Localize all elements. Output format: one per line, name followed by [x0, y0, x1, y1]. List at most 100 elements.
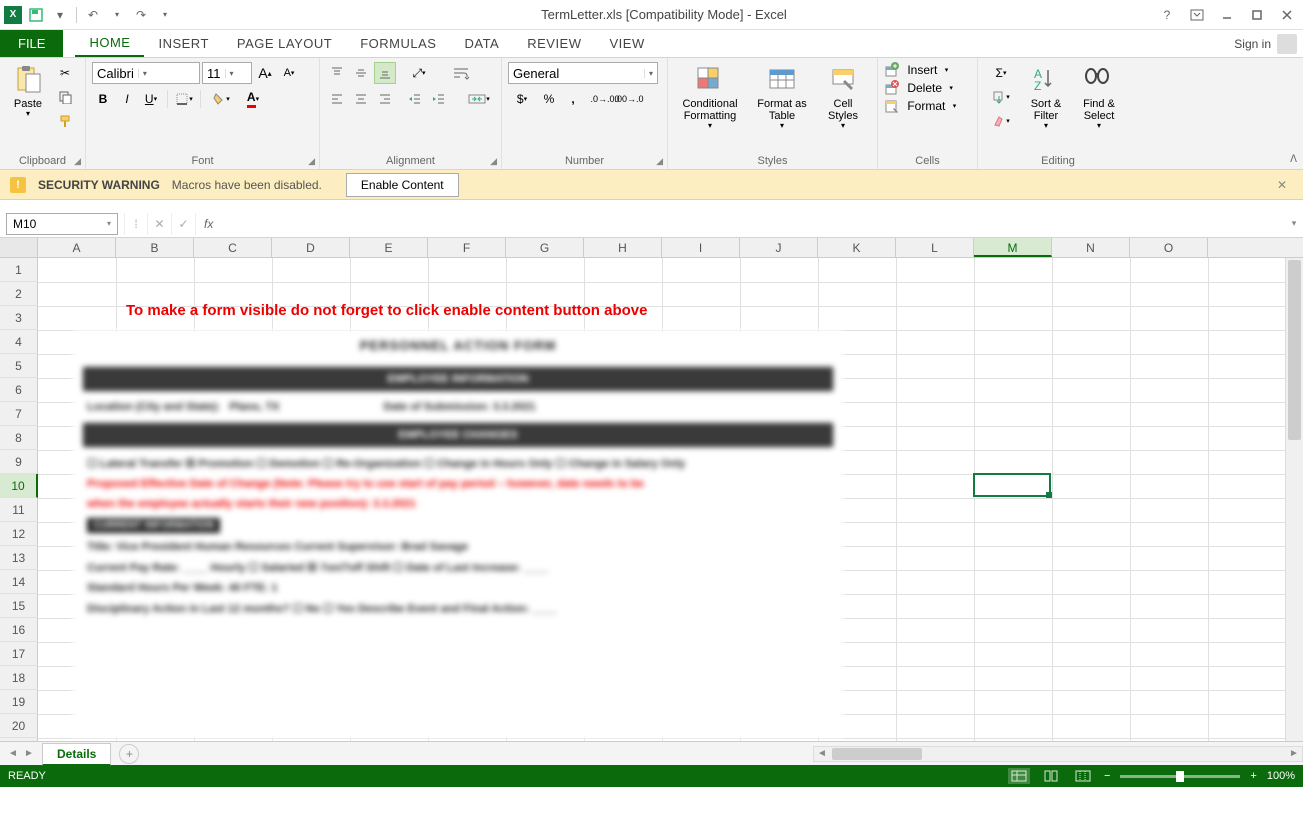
increase-decimal-icon[interactable]: .0→.00: [594, 88, 616, 110]
format-painter-icon[interactable]: [54, 110, 76, 132]
row-header[interactable]: 12: [0, 522, 38, 546]
clipboard-dialog-launcher[interactable]: ◢: [74, 156, 81, 167]
border-button[interactable]: ▾: [173, 88, 195, 110]
column-header[interactable]: C: [194, 238, 272, 257]
qat-dropdown-icon[interactable]: ▾: [50, 5, 70, 25]
tab-home[interactable]: HOME: [75, 30, 144, 57]
fill-color-button[interactable]: ▾: [206, 88, 236, 110]
minimize-icon[interactable]: [1213, 4, 1241, 26]
align-middle-icon[interactable]: [350, 62, 372, 84]
row-header[interactable]: 13: [0, 546, 38, 570]
row-header[interactable]: 15: [0, 594, 38, 618]
column-header[interactable]: B: [116, 238, 194, 257]
clear-icon[interactable]: ▾: [984, 110, 1018, 132]
formula-expand-icon[interactable]: ▾: [1285, 218, 1303, 229]
row-header[interactable]: 3: [0, 306, 38, 330]
column-header[interactable]: F: [428, 238, 506, 257]
decrease-decimal-icon[interactable]: .00→.0: [618, 88, 640, 110]
row-header[interactable]: 8: [0, 426, 38, 450]
merge-center-icon[interactable]: ▾: [464, 88, 494, 110]
find-select-button[interactable]: Find & Select▾: [1074, 62, 1124, 133]
qat-redo-icon[interactable]: ↷: [131, 5, 151, 25]
add-sheet-button[interactable]: +: [119, 744, 139, 764]
row-header[interactable]: 4: [0, 330, 38, 354]
formula-input[interactable]: [221, 213, 1285, 235]
align-left-icon[interactable]: [326, 88, 348, 110]
column-header[interactable]: N: [1052, 238, 1130, 257]
paste-button[interactable]: Paste ▾: [6, 62, 50, 121]
format-cells-button[interactable]: Format ▾: [884, 98, 971, 114]
formula-enter-icon[interactable]: ✓: [172, 213, 196, 235]
file-tab[interactable]: FILE: [0, 30, 63, 57]
font-size-combo[interactable]: 11▾: [202, 62, 252, 84]
column-header[interactable]: D: [272, 238, 350, 257]
grow-font-icon[interactable]: A▴: [254, 62, 276, 84]
fill-icon[interactable]: ▾: [984, 86, 1018, 108]
row-header[interactable]: 7: [0, 402, 38, 426]
row-header[interactable]: 16: [0, 618, 38, 642]
font-color-button[interactable]: A▾: [238, 88, 268, 110]
sheet-nav-next[interactable]: ►: [22, 748, 36, 759]
bold-button[interactable]: B: [92, 88, 114, 110]
column-header[interactable]: H: [584, 238, 662, 257]
orientation-icon[interactable]: ⤢▾: [404, 62, 434, 84]
percent-format-icon[interactable]: %: [538, 88, 560, 110]
row-header[interactable]: 19: [0, 690, 38, 714]
row-header[interactable]: 5: [0, 354, 38, 378]
row-header[interactable]: 10: [0, 474, 38, 498]
cell-styles-button[interactable]: Cell Styles▾: [818, 62, 868, 133]
maximize-icon[interactable]: [1243, 4, 1271, 26]
format-as-table-button[interactable]: Format as Table▾: [750, 62, 814, 133]
zoom-in-button[interactable]: +: [1250, 770, 1256, 782]
column-header[interactable]: L: [896, 238, 974, 257]
increase-indent-icon[interactable]: [428, 88, 450, 110]
zoom-out-button[interactable]: −: [1104, 770, 1110, 782]
font-family-combo[interactable]: Calibri▾: [92, 62, 200, 84]
comma-format-icon[interactable]: ,: [562, 88, 584, 110]
align-bottom-icon[interactable]: [374, 62, 396, 84]
sheet-tab-details[interactable]: Details: [42, 743, 111, 766]
fx-icon[interactable]: fx: [196, 217, 221, 231]
zoom-level[interactable]: 100%: [1267, 770, 1295, 782]
vertical-scrollbar[interactable]: [1285, 258, 1303, 741]
tab-view[interactable]: VIEW: [596, 30, 659, 57]
font-dialog-launcher[interactable]: ◢: [308, 156, 315, 167]
accounting-format-icon[interactable]: $▾: [508, 88, 536, 110]
column-header[interactable]: G: [506, 238, 584, 257]
tab-formulas[interactable]: FORMULAS: [346, 30, 450, 57]
security-close-icon[interactable]: ✕: [1271, 178, 1293, 192]
conditional-formatting-button[interactable]: Conditional Formatting▾: [674, 62, 746, 133]
zoom-slider[interactable]: [1120, 775, 1240, 778]
formula-cancel-icon[interactable]: ⁞: [124, 213, 148, 235]
worksheet-grid[interactable]: ABCDEFGHIJKLMNO 123456789101112131415161…: [0, 238, 1303, 741]
row-header[interactable]: 17: [0, 642, 38, 666]
alignment-dialog-launcher[interactable]: ◢: [490, 156, 497, 167]
selected-cell[interactable]: [973, 473, 1051, 497]
row-header[interactable]: 20: [0, 714, 38, 738]
tab-data[interactable]: DATA: [450, 30, 513, 57]
qat-undo-icon[interactable]: ↶: [83, 5, 103, 25]
column-header[interactable]: I: [662, 238, 740, 257]
row-header[interactable]: 18: [0, 666, 38, 690]
formula-cancel-icon[interactable]: ✕: [148, 213, 172, 235]
sort-filter-button[interactable]: AZ Sort & Filter▾: [1022, 62, 1070, 133]
align-top-icon[interactable]: [326, 62, 348, 84]
column-header[interactable]: K: [818, 238, 896, 257]
column-header[interactable]: M: [974, 238, 1052, 257]
sheet-nav-prev[interactable]: ◄: [6, 748, 20, 759]
number-dialog-launcher[interactable]: ◢: [656, 156, 663, 167]
row-header[interactable]: 9: [0, 450, 38, 474]
close-icon[interactable]: [1273, 4, 1301, 26]
qat-save-icon[interactable]: [26, 5, 46, 25]
row-header[interactable]: 6: [0, 378, 38, 402]
decrease-indent-icon[interactable]: [404, 88, 426, 110]
qat-undo-dropdown[interactable]: ▾: [107, 5, 127, 25]
name-box[interactable]: M10 ▾: [6, 213, 118, 235]
wrap-text-icon[interactable]: [448, 62, 474, 84]
enable-content-button[interactable]: Enable Content: [346, 173, 459, 197]
shrink-font-icon[interactable]: A▾: [278, 62, 300, 84]
underline-button[interactable]: U▾: [140, 88, 162, 110]
qat-redo-dropdown[interactable]: ▾: [155, 5, 175, 25]
column-header[interactable]: E: [350, 238, 428, 257]
tab-review[interactable]: REVIEW: [513, 30, 595, 57]
